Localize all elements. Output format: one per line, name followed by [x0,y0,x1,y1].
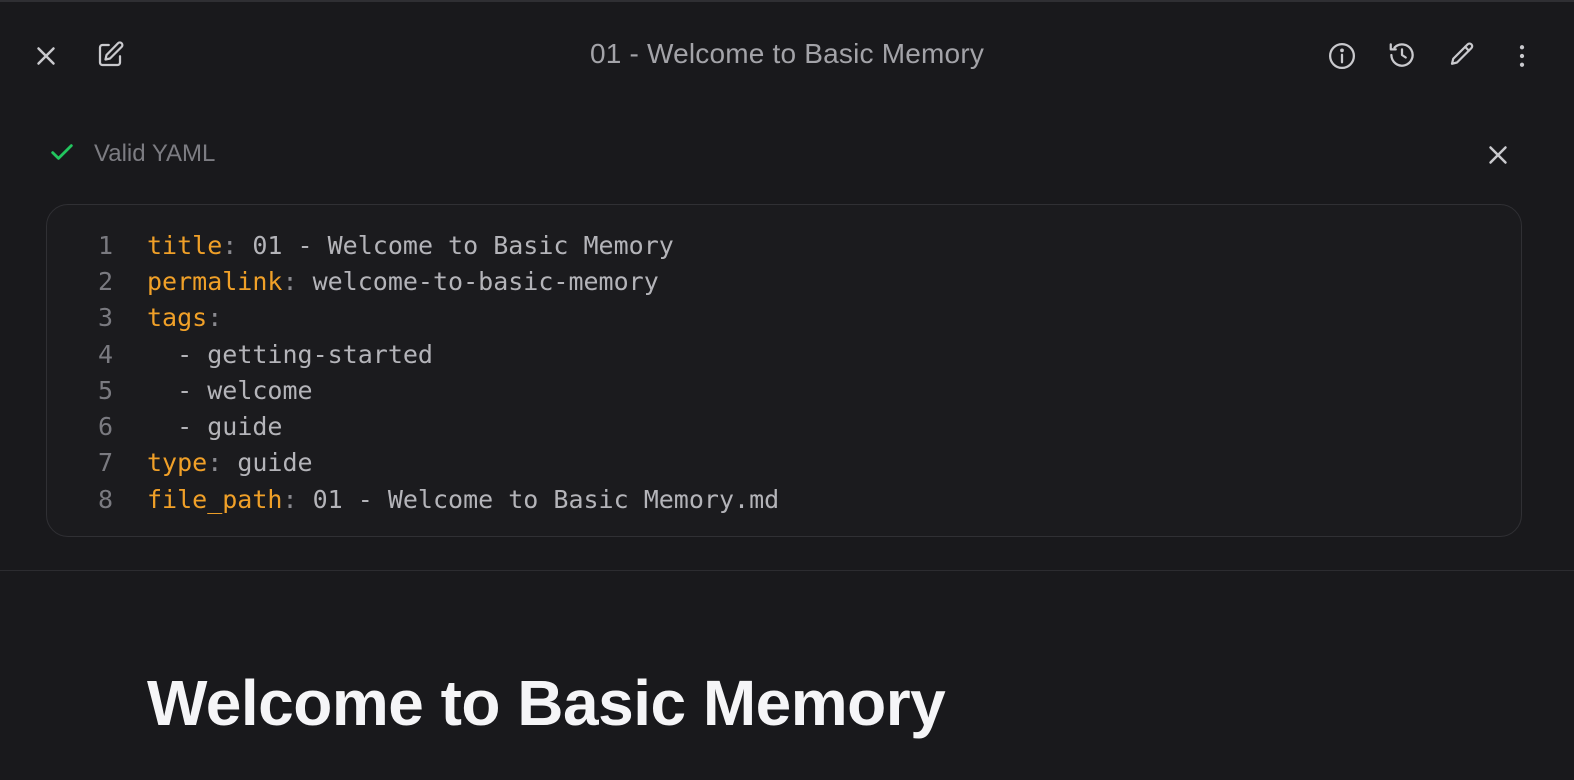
yaml-value: welcome-to-basic-memory [312,266,659,296]
info-icon[interactable] [1322,36,1362,76]
code-line: 6 - guide [47,408,1521,444]
yaml-status-label: Valid YAML [94,140,216,167]
yaml-code-editor[interactable]: 1 title: 01 - Welcome to Basic Memory 2 per… [46,204,1522,537]
code-content: - welcome [147,375,313,405]
code-line: 2 permalink: welcome-to-basic-memory [47,263,1521,299]
yaml-key: tags [147,303,208,333]
yaml-separator: : [207,448,238,478]
yaml-separator: - [177,339,208,369]
yaml-separator: - [177,412,208,442]
yaml-value: 01 - Welcome to Basic Memory [252,230,674,260]
header-bar: 01 - Welcome to Basic Memory [0,2,1574,108]
code-content: permalink: welcome-to-basic-memory [147,267,659,296]
line-number: 8 [97,484,113,514]
yaml-status: Valid YAML [48,138,215,170]
line-number: 3 [97,303,113,333]
more-vertical-icon[interactable] [1502,36,1542,76]
code-content: title: 01 - Welcome to Basic Memory [147,231,674,260]
yaml-key: permalink [147,266,283,296]
history-icon[interactable] [1382,35,1422,75]
code-line: 3 tags: [47,300,1521,336]
code-line: 5 - welcome [47,372,1521,408]
code-content: - guide [147,412,282,441]
yaml-separator: : [282,484,313,514]
check-icon [48,138,76,171]
code-content: - getting-started [147,340,433,369]
pencil-icon[interactable] [1442,35,1482,75]
yaml-separator: : [282,266,313,296]
yaml-separator: : [207,303,223,333]
code-content: tags: [147,303,222,332]
code-line: 8 file_path: 01 - Welcome to Basic Memory… [47,481,1521,517]
code-line: 1 title: 01 - Welcome to Basic Memory [47,227,1521,263]
note-editor-window: 01 - Welcome to Basic Memory Valid YAML … [0,0,1574,780]
code-content: file_path: 01 - Welcome to Basic Memory.… [147,485,779,514]
yaml-key: type [147,448,208,478]
yaml-separator: - [177,375,208,405]
line-number: 2 [97,266,113,296]
code-line: 7 type: guide [47,445,1521,481]
divider [0,570,1574,571]
yaml-value: 01 - Welcome to Basic Memory.md [312,484,780,514]
yaml-separator: : [222,230,253,260]
line-number: 5 [97,375,113,405]
line-number: 6 [97,412,113,442]
code-content: type: guide [147,448,313,477]
yaml-key: file_path [147,484,283,514]
code-line: 4 - getting-started [47,336,1521,372]
line-number: 7 [97,448,113,478]
document-heading: Welcome to Basic Memory [147,667,946,739]
line-number: 4 [97,339,113,369]
yaml-value: welcome [207,375,313,405]
yaml-value: getting-started [207,339,433,369]
yaml-value: guide [207,412,283,442]
close-yaml-panel-icon[interactable] [1478,135,1518,175]
yaml-value: guide [237,448,313,478]
line-number: 1 [97,230,113,260]
yaml-key: title [147,230,223,260]
